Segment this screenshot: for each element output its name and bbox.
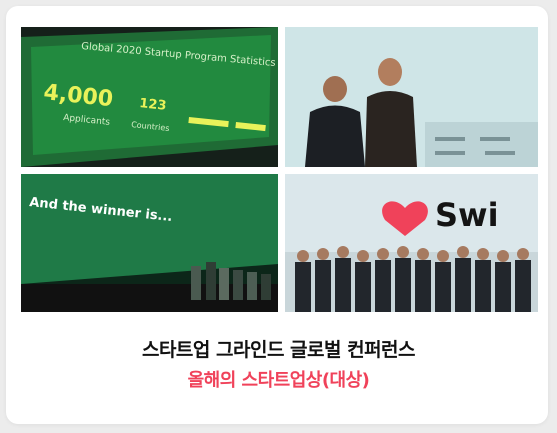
photo-winner-announcement: And the winner is... xyxy=(21,174,278,312)
slide-countries-value: 123 xyxy=(139,96,168,114)
card-title: 스타트업 그라인드 글로벌 컨퍼런스 xyxy=(141,339,416,361)
brand-text: Swi xyxy=(435,196,499,234)
photo-team-on-stage: Swi xyxy=(285,174,538,312)
photo-stats-slide: Global 2020 Startup Program Statistics 4… xyxy=(21,27,278,167)
photo-speakers xyxy=(285,27,538,167)
card-subtitle: 올해의 스타트업상(대상) xyxy=(187,370,370,391)
